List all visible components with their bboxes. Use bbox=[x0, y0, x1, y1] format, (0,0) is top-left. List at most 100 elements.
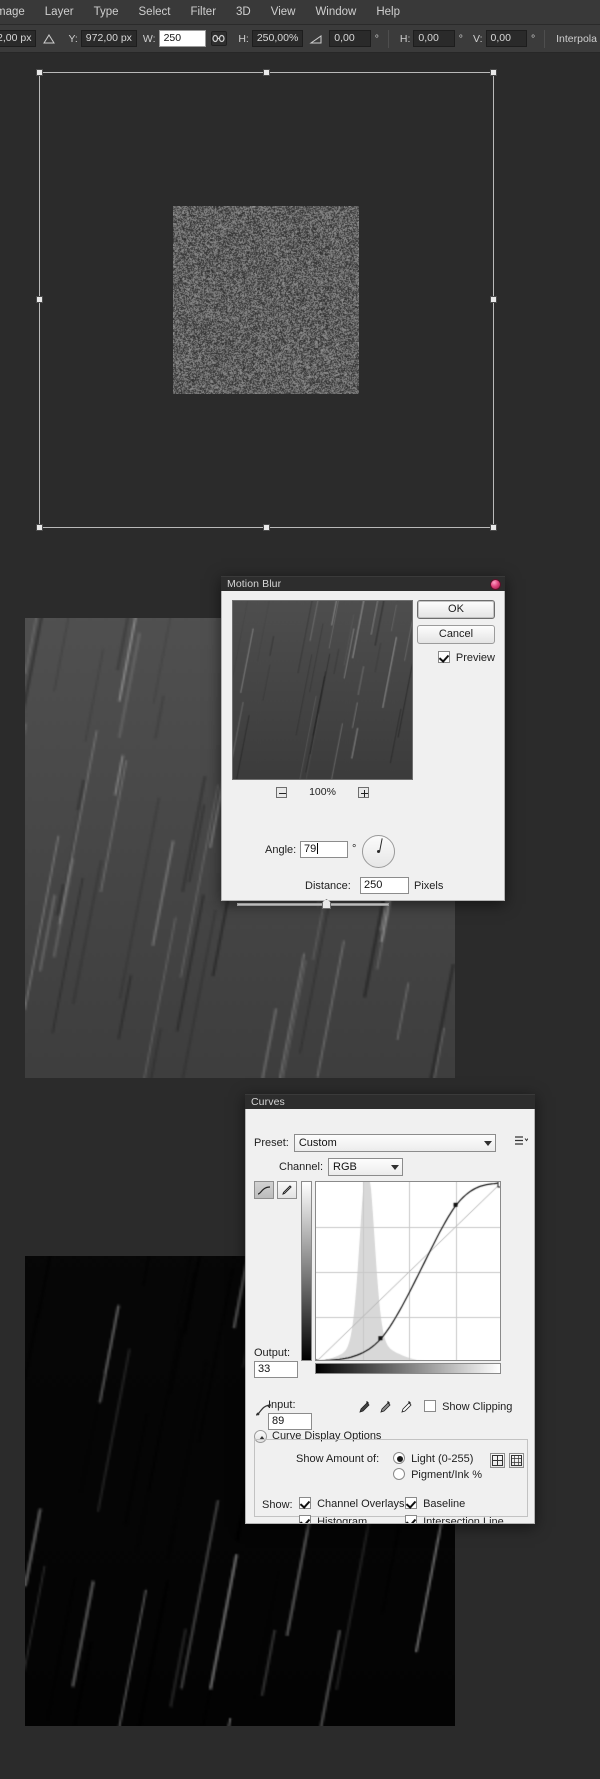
transform-handle-middle-left[interactable] bbox=[36, 296, 43, 303]
menu-bar: mage Layer Type Select Filter 3D View Wi… bbox=[0, 0, 600, 25]
intersection-line-label: Intersection Line bbox=[423, 1516, 504, 1524]
menu-item-filter[interactable]: Filter bbox=[180, 0, 226, 25]
motion-blur-title-bar[interactable]: Motion Blur bbox=[221, 576, 505, 591]
transform-handle-bottom-right[interactable] bbox=[490, 524, 497, 531]
pigment-radio[interactable] bbox=[393, 1468, 405, 1480]
w-label: W: bbox=[137, 33, 159, 45]
curves-title-bar[interactable]: Curves bbox=[245, 1094, 535, 1109]
baseline-label: Baseline bbox=[423, 1498, 465, 1510]
skew-h-label: H: bbox=[394, 33, 414, 45]
preset-value: Custom bbox=[299, 1137, 337, 1149]
rotation-input[interactable]: 0,00 bbox=[329, 30, 370, 47]
menu-item-layer[interactable]: Layer bbox=[35, 0, 84, 25]
preview-checkbox[interactable] bbox=[438, 651, 450, 663]
menu-item-select[interactable]: Select bbox=[129, 0, 181, 25]
height-input[interactable]: 250,00% bbox=[252, 30, 303, 47]
show-label: Show: bbox=[262, 1499, 293, 1511]
menu-item-3d[interactable]: 3D bbox=[226, 0, 261, 25]
link-aspect-icon[interactable] bbox=[211, 31, 228, 46]
show-clipping-checkbox[interactable] bbox=[424, 1400, 436, 1412]
preset-row: Preset: Custom bbox=[254, 1134, 496, 1152]
menu-item-image[interactable]: mage bbox=[0, 0, 35, 25]
channel-overlays-label: Channel Overlays bbox=[317, 1498, 404, 1510]
distance-slider[interactable] bbox=[237, 899, 389, 909]
ok-button[interactable]: OK bbox=[417, 600, 495, 619]
motion-blur-dialog: Motion Blur 100% OK Cancel Preview Angle… bbox=[221, 576, 505, 901]
channel-overlays-row[interactable]: Channel Overlays bbox=[299, 1497, 405, 1510]
grid-tenth-button[interactable] bbox=[509, 1453, 524, 1468]
skew-v-input[interactable]: 0,00 bbox=[486, 30, 527, 47]
show-amount-of-group: Show Amount of: Light (0-255) Pigment/In… bbox=[296, 1453, 379, 1465]
channel-select[interactable]: RGB bbox=[328, 1158, 403, 1176]
menu-item-window[interactable]: Window bbox=[305, 0, 366, 25]
menu-item-view[interactable]: View bbox=[261, 0, 306, 25]
baseline-row[interactable]: Baseline bbox=[405, 1497, 465, 1510]
skew-h-input[interactable]: 0,00 bbox=[413, 30, 454, 47]
amount-pigment-option[interactable]: Pigment/Ink % bbox=[393, 1468, 482, 1481]
transform-handle-bottom-center[interactable] bbox=[263, 524, 270, 531]
curve-pencil-tool[interactable] bbox=[277, 1181, 297, 1199]
channel-label: Channel: bbox=[279, 1161, 323, 1173]
cancel-button[interactable]: Cancel bbox=[417, 625, 495, 644]
channel-value: RGB bbox=[333, 1161, 357, 1173]
angle-input[interactable]: 79 bbox=[300, 841, 348, 858]
show-clipping-label: Show Clipping bbox=[442, 1401, 512, 1413]
grid-quarter-button[interactable] bbox=[490, 1453, 505, 1468]
show-clipping-row[interactable]: Show Clipping bbox=[424, 1400, 512, 1413]
skew-h-unit: ° bbox=[455, 33, 467, 45]
width-input[interactable]: 250 bbox=[159, 30, 206, 47]
output-input[interactable]: 33 bbox=[254, 1361, 298, 1378]
zoom-out-icon[interactable] bbox=[276, 787, 287, 798]
histogram-row[interactable]: Histogram bbox=[299, 1515, 367, 1524]
intersection-line-checkbox[interactable] bbox=[405, 1515, 417, 1524]
curves-title: Curves bbox=[251, 1096, 285, 1108]
chevron-down-icon bbox=[484, 1141, 492, 1146]
eyedropper-gray-icon[interactable] bbox=[379, 1399, 392, 1417]
curves-graph[interactable] bbox=[315, 1181, 501, 1361]
zoom-in-icon[interactable] bbox=[358, 787, 369, 798]
amount-light-option[interactable]: Light (0-255) bbox=[393, 1452, 473, 1465]
transform-handle-top-right[interactable] bbox=[490, 69, 497, 76]
eyedropper-white-icon[interactable] bbox=[400, 1399, 413, 1417]
rotate-icon bbox=[309, 32, 323, 46]
curves-graph-area bbox=[301, 1181, 501, 1377]
transform-handle-top-left[interactable] bbox=[36, 69, 43, 76]
angle-row: Angle: 79 ° bbox=[232, 839, 497, 863]
y-position-input[interactable]: 972,00 px bbox=[81, 30, 137, 47]
input-gradient-bar bbox=[315, 1363, 501, 1374]
channel-overlays-checkbox[interactable] bbox=[299, 1497, 311, 1509]
curve-edit-points-tool[interactable] bbox=[254, 1181, 274, 1199]
close-icon[interactable] bbox=[490, 579, 501, 590]
options-bar: 2,00 px Y: 972,00 px W: 250 H: 250,00% 0… bbox=[0, 25, 600, 53]
intersection-line-row[interactable]: Intersection Line bbox=[405, 1515, 504, 1524]
transform-handle-middle-right[interactable] bbox=[490, 296, 497, 303]
angle-dial[interactable] bbox=[362, 835, 395, 868]
transform-handle-bottom-left[interactable] bbox=[36, 524, 43, 531]
preview-checkbox-row[interactable]: Preview bbox=[438, 651, 495, 664]
preset-options-icon[interactable] bbox=[514, 1135, 528, 1148]
eyedropper-black-icon[interactable] bbox=[358, 1399, 371, 1417]
motion-blur-preview-image[interactable] bbox=[232, 600, 413, 780]
motion-blur-title: Motion Blur bbox=[227, 578, 281, 590]
channel-row: Channel: RGB bbox=[254, 1158, 403, 1176]
preset-select[interactable]: Custom bbox=[294, 1134, 496, 1152]
distance-label: Distance: bbox=[305, 880, 351, 892]
show-amount-of-label: Show Amount of: bbox=[296, 1453, 379, 1465]
y-label: Y: bbox=[62, 33, 80, 45]
light-label: Light (0-255) bbox=[411, 1453, 473, 1465]
histogram-label: Histogram bbox=[317, 1516, 367, 1524]
transform-handle-top-center[interactable] bbox=[263, 69, 270, 76]
skew-v-label: V: bbox=[467, 33, 486, 45]
histogram-checkbox[interactable] bbox=[299, 1515, 311, 1524]
light-radio[interactable] bbox=[393, 1452, 405, 1464]
baseline-checkbox[interactable] bbox=[405, 1497, 417, 1509]
rotation-unit: ° bbox=[371, 33, 383, 45]
slider-track bbox=[237, 903, 389, 906]
slider-thumb[interactable] bbox=[322, 899, 331, 909]
x-position-input[interactable]: 2,00 px bbox=[0, 30, 36, 47]
distance-input[interactable]: 250 bbox=[360, 877, 409, 894]
angle-label: Angle: bbox=[265, 844, 296, 856]
smooth-curve-icon[interactable] bbox=[254, 1401, 276, 1421]
menu-item-help[interactable]: Help bbox=[366, 0, 410, 25]
menu-item-type[interactable]: Type bbox=[84, 0, 129, 25]
